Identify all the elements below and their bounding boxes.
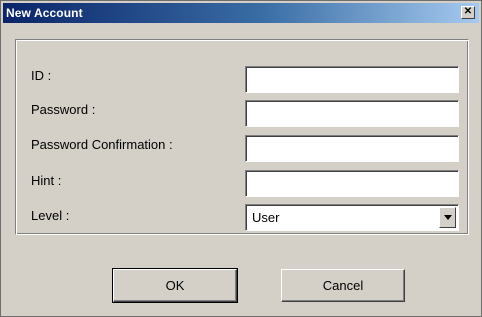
password-input[interactable] (245, 100, 459, 127)
hint-input[interactable] (245, 170, 459, 197)
id-input[interactable] (245, 66, 459, 93)
level-selected-value: User (252, 210, 280, 225)
level-label: Level : (31, 208, 70, 223)
title-bar[interactable]: New Account ✕ (3, 3, 479, 23)
password-confirmation-label: Password Confirmation : (31, 137, 173, 152)
hint-label: Hint : (31, 173, 62, 188)
new-account-dialog: New Account ✕ ID : Password : Password C… (0, 0, 482, 317)
close-icon[interactable]: ✕ (461, 6, 475, 19)
password-confirmation-input[interactable] (245, 135, 459, 162)
ok-button[interactable]: OK (112, 268, 238, 303)
cancel-button[interactable]: Cancel (281, 269, 405, 302)
id-label: ID : (31, 68, 52, 83)
level-select[interactable]: User (245, 204, 459, 231)
dialog-title: New Account (6, 6, 83, 20)
password-label: Password : (31, 102, 96, 117)
chevron-down-icon[interactable] (439, 207, 456, 228)
